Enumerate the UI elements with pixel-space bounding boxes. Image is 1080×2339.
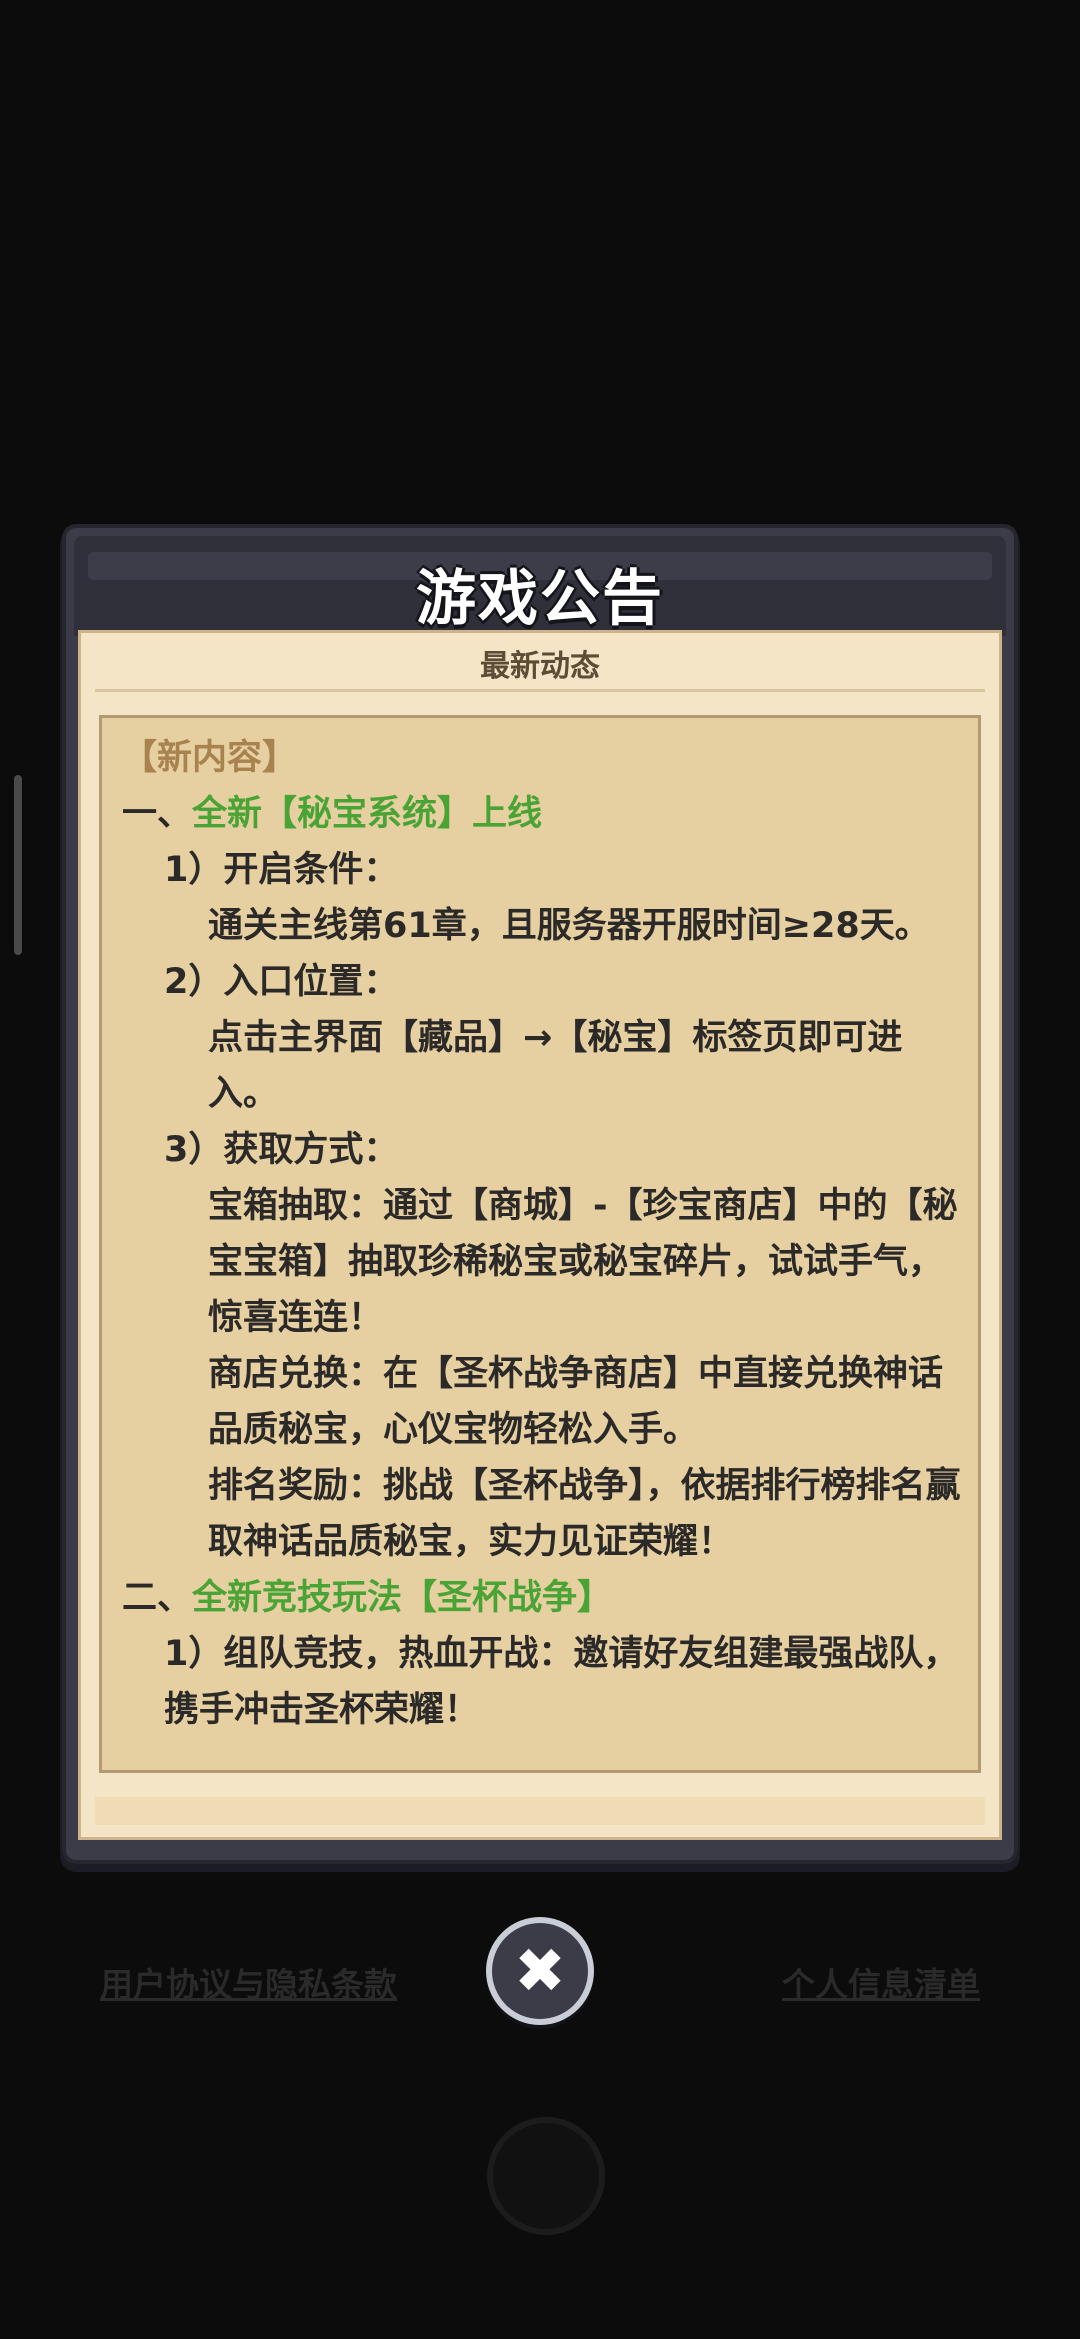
announcement-scroll-area[interactable]: 【新内容】一、全新【秘宝系统】上线 1）开启条件： 通关主线第61章，且服务器开服时…	[99, 715, 981, 1773]
announcement-line: 通关主线第61章，且服务器开服时间≥28天。	[208, 906, 930, 946]
announcement-line: 二、全新竞技玩法【圣杯战争】	[122, 1570, 964, 1626]
announcement-line: 3）获取方式：	[164, 1130, 399, 1170]
announcement-line: 排名奖励：挑战【圣杯战争】，依据排行榜排名赢取神话品质秘宝，实力见证荣耀！	[208, 1466, 961, 1562]
announcement-line: 1）开启条件：	[164, 850, 399, 890]
background-close-button	[487, 2117, 605, 2235]
announcement-line: 一、全新【秘宝系统】上线	[122, 786, 964, 842]
modal-header: 游戏公告	[74, 536, 1006, 636]
announcement-line: 宝箱抽取：通过【商城】-【珍宝商店】中的【秘宝宝箱】抽取珍稀秘宝或秘宝碎片，试试…	[208, 1186, 958, 1338]
personal-info-list-link[interactable]: 个人信息清单	[782, 1958, 980, 2006]
modal-title: 游戏公告	[416, 564, 664, 634]
announcement-modal: 游戏公告 最新动态 【新内容】一、全新【秘宝系统】上线 1）开启条件： 通关主线第6…	[66, 528, 1014, 1860]
modal-subtitle: 最新动态	[480, 649, 600, 684]
divider	[95, 689, 985, 692]
announcement-content: 【新内容】一、全新【秘宝系统】上线 1）开启条件： 通关主线第61章，且服务器开服时…	[122, 730, 964, 1738]
announcement-line: 点击主界面【藏品】→【秘宝】标签页即可进入。	[208, 1018, 903, 1114]
paper-footer	[95, 1797, 985, 1825]
close-icon: ✖	[514, 1934, 566, 2007]
announcement-paper: 最新动态 【新内容】一、全新【秘宝系统】上线 1）开启条件： 通关主线第61章，且服…	[78, 630, 1002, 1840]
section-number: 一、	[122, 794, 193, 834]
close-button[interactable]: ✖	[486, 1917, 594, 2025]
announcement-line: 1）组队竞技，热血开战：邀请好友组建最强战队，携手冲击圣杯荣耀！	[164, 1634, 959, 1730]
announcement-line: 【新内容】	[122, 738, 298, 778]
announcement-line: 商店兑换：在【圣杯战争商店】中直接兑换神话品质秘宝，心仪宝物轻松入手。	[208, 1354, 944, 1450]
section-title: 全新竞技玩法【圣杯战争】	[192, 1578, 613, 1618]
section-title: 全新【秘宝系统】上线	[192, 794, 543, 834]
user-agreement-link[interactable]: 用户协议与隐私条款	[100, 1958, 397, 2006]
announcement-line: 2）入口位置：	[164, 962, 399, 1002]
section-number: 二、	[122, 1578, 193, 1618]
scroll-indicator	[14, 775, 22, 955]
